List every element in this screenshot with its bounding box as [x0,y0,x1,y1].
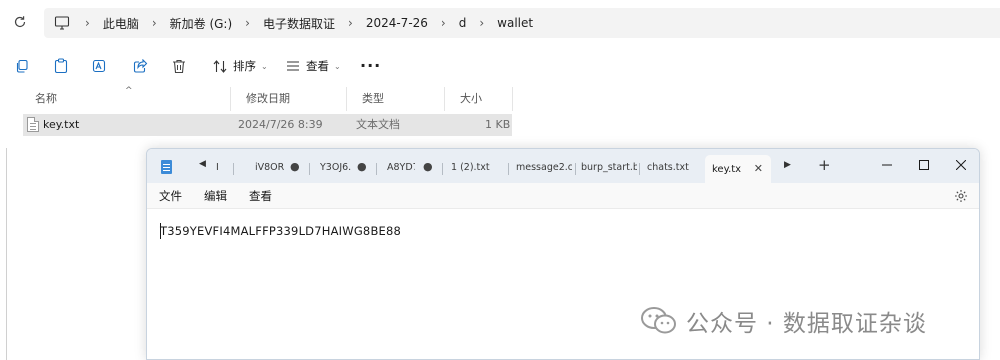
file-type: 文本文档 [356,118,400,131]
paste-icon[interactable] [52,57,70,75]
close-tab-icon[interactable]: ✕ [754,162,763,175]
tab-item[interactable]: iV8OR [255,159,285,175]
tab-item[interactable]: I [216,159,222,175]
tab-separator [508,163,509,175]
file-modified: 2024/7/26 8:39 [238,118,323,131]
wechat-logo-icon [640,306,678,336]
tab-active[interactable]: key.tx ✕ [705,155,771,183]
sort-button[interactable]: 排序 ⌄ [213,56,268,76]
file-name: key.txt [43,118,80,131]
chevron-right-icon[interactable]: › [245,16,250,30]
watermark-text: 公众号 · 数据取证杂谈 [686,311,927,337]
sort-icon [213,59,227,73]
copy-icon[interactable] [13,57,31,75]
refresh-icon[interactable] [12,14,28,30]
breadcrumb-wallet[interactable]: wallet [497,16,533,30]
share-icon[interactable] [131,57,149,75]
tab-item[interactable]: message2.csv [516,159,572,175]
tab-separator [376,163,377,175]
unsaved-dot-icon: ● [423,160,433,173]
notepad-menubar: 文件 编辑 查看 [147,183,979,209]
breadcrumb-d[interactable]: d [459,16,467,30]
chevron-right-icon[interactable]: › [152,16,157,30]
tab-item[interactable]: burp_start.bat [581,159,637,175]
breadcrumb-date[interactable]: 2024-7-26 [366,16,428,30]
column-header-size[interactable]: 大小 [445,87,513,111]
column-header-type[interactable]: 类型 [347,87,445,111]
notepad-titlebar[interactable]: ◀ I iV8OR ● Y3OJ6. ● A8YD7 ● 1 (2).txt m… [147,149,979,183]
sort-label: 排序 [233,59,256,73]
menu-view[interactable]: 查看 [249,188,272,204]
chevron-down-icon: ⌄ [334,61,341,71]
address-bar[interactable]: › 此电脑 › 新加卷 (G:) › 电子数据取证 › 2024-7-26 › … [44,8,1000,38]
trash-icon[interactable] [170,57,188,75]
scroll-tabs-left-icon[interactable]: ◀ [199,159,206,169]
computer-icon[interactable] [54,16,70,30]
new-tab-icon[interactable]: + [818,156,831,174]
address-row: › 此电脑 › 新加卷 (G:) › 电子数据取证 › 2024-7-26 › … [0,0,1000,44]
unsaved-dot-icon: ● [290,160,300,173]
tab-separator [575,163,576,175]
menu-edit[interactable]: 编辑 [204,188,227,204]
breadcrumb-forensics[interactable]: 电子数据取证 [263,15,335,32]
tab-separator [233,163,234,175]
scroll-tabs-right-icon[interactable]: ▶ [784,160,791,170]
notepad-app-icon [161,160,172,174]
tab-active-label: key.tx [712,163,742,175]
breadcrumb: › 此电脑 › 新加卷 (G:) › 电子数据取证 › 2024-7-26 › … [72,15,533,32]
unsaved-dot-icon: ● [357,160,367,173]
breadcrumb-volume-g[interactable]: 新加卷 (G:) [170,15,233,32]
tab-separator [639,163,640,175]
tab-separator [309,163,310,175]
chevron-right-icon[interactable]: › [441,16,446,30]
chevron-right-icon[interactable]: › [348,16,353,30]
chevron-right-icon[interactable]: › [85,16,90,30]
file-row[interactable]: key.txt 2024/7/26 8:39 文本文档 1 KB [23,114,512,136]
column-header-name[interactable]: 名称 [20,87,231,111]
nav-pane-divider [6,148,7,360]
breadcrumb-this-pc[interactable]: 此电脑 [103,15,139,32]
tab-item[interactable]: Y3OJ6. [320,159,352,175]
chevron-right-icon[interactable]: › [479,16,484,30]
maximize-icon[interactable] [914,155,934,175]
view-label: 查看 [306,59,329,73]
chevron-down-icon: ⌄ [261,61,268,71]
gear-icon[interactable] [954,189,968,203]
tab-item[interactable]: A8YD7 [387,159,415,175]
editor-content[interactable]: T359YEVFI4MALFFP339LD7HAIWG8BE88 [160,224,401,238]
view-button[interactable]: 查看 ⌄ [286,56,341,76]
watermark: 公众号 · 数据取证杂谈 [640,304,927,338]
close-window-icon[interactable] [951,155,971,175]
file-size: 1 KB [485,118,511,131]
tab-item[interactable]: chats.txt [647,159,697,175]
rename-icon[interactable] [91,57,109,75]
more-options-button[interactable]: ··· [360,56,381,75]
minimize-icon[interactable] [877,155,897,175]
column-header-modified[interactable]: 修改日期 [231,87,347,111]
tab-item[interactable]: 1 (2).txt [451,159,503,175]
command-bar: 排序 ⌄ 查看 ⌄ ··· [0,50,1000,82]
menu-file[interactable]: 文件 [159,188,182,204]
tab-separator [442,163,443,175]
text-file-icon [27,117,39,132]
view-icon [286,60,300,72]
